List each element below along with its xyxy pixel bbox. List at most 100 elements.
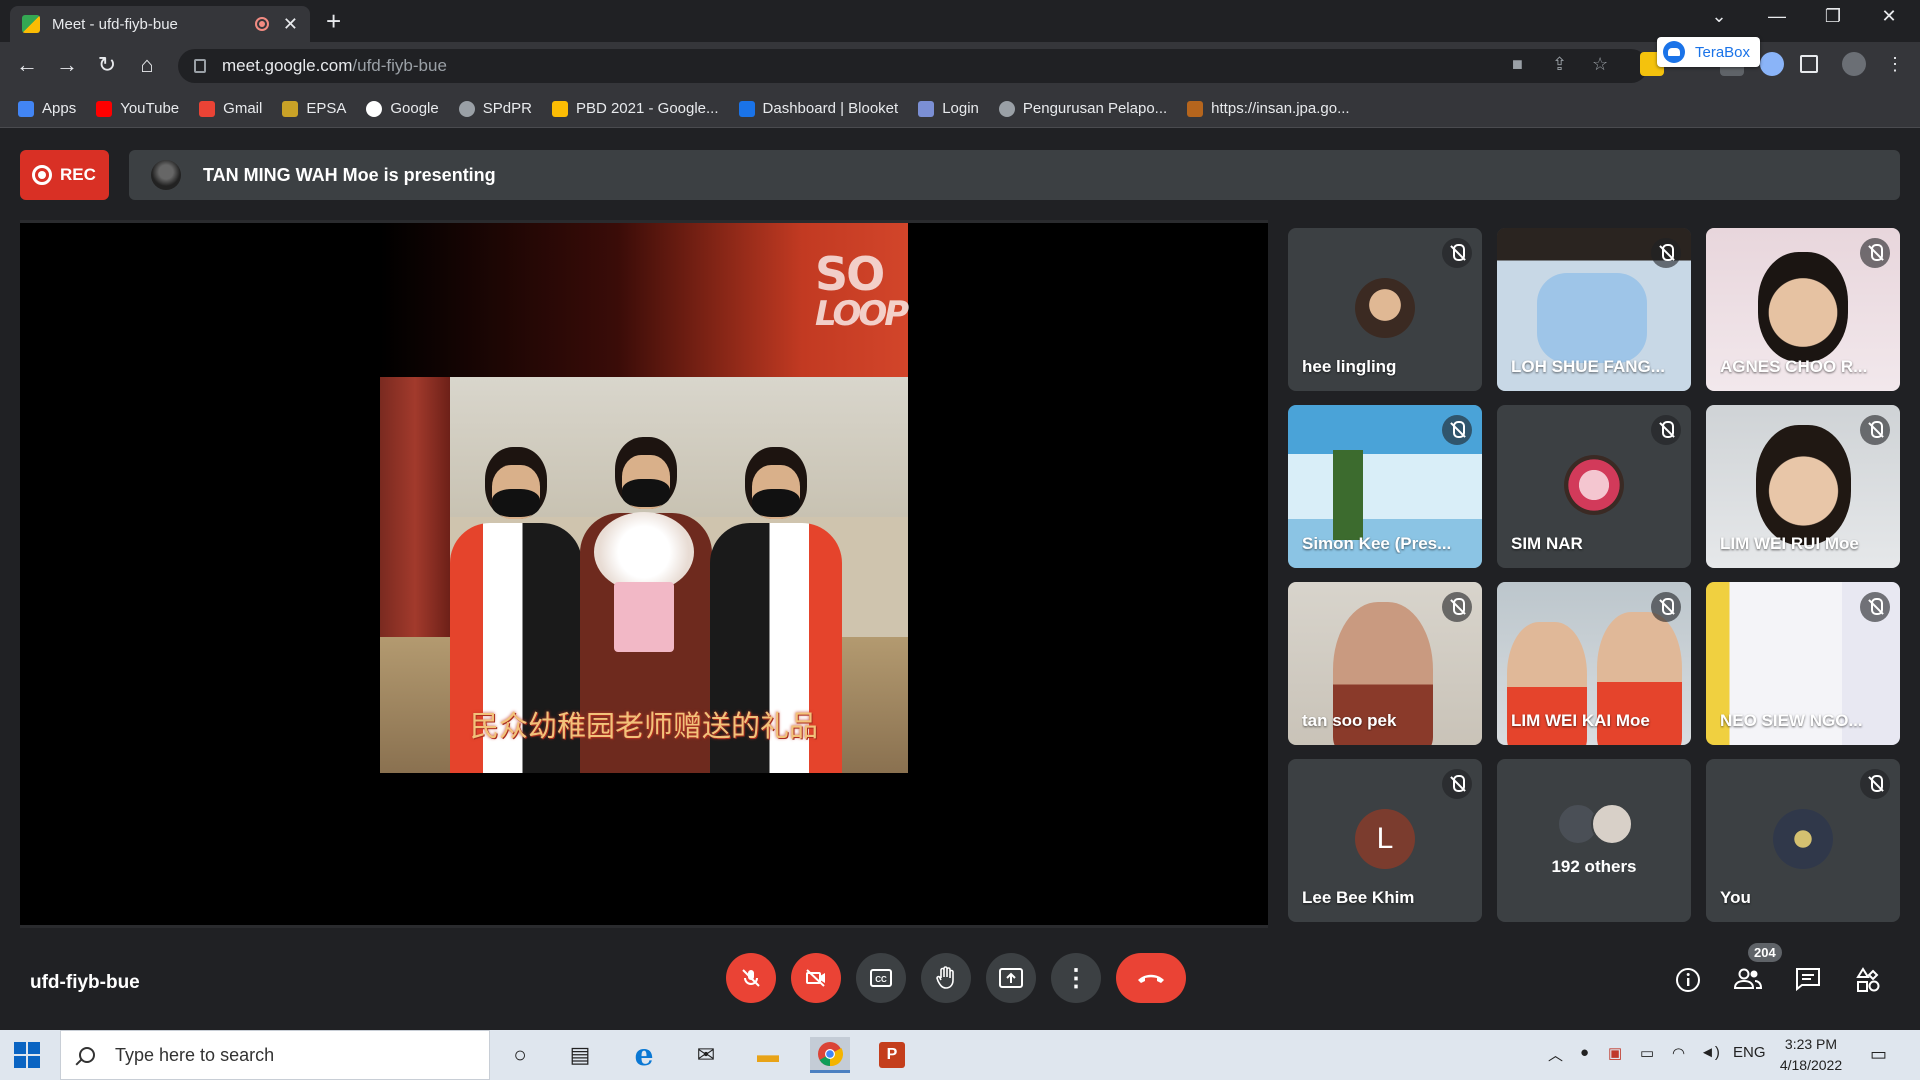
tab-meet[interactable]: Meet - ufd-fiyb-bue ✕ bbox=[10, 6, 310, 42]
back-icon[interactable]: ← bbox=[12, 52, 42, 78]
forward-icon[interactable]: → bbox=[52, 52, 82, 78]
slide-logo-line1: SO bbox=[815, 247, 885, 301]
participant-tile[interactable]: L Lee Bee Khim bbox=[1288, 759, 1482, 922]
url-host: meet.google.com bbox=[222, 56, 353, 75]
file-explorer-icon[interactable]: ▬ bbox=[748, 1037, 788, 1073]
home-icon[interactable]: ⌂ bbox=[132, 52, 162, 78]
cortana-icon[interactable]: ○ bbox=[500, 1037, 540, 1073]
search-placeholder: Type here to search bbox=[115, 1044, 275, 1065]
address-bar[interactable]: meet.google.com/ufd-fiyb-bue bbox=[178, 49, 1648, 83]
slide-logo: SO LOOP bbox=[815, 247, 909, 331]
meeting-details-button[interactable] bbox=[1673, 966, 1703, 996]
mic-off-icon bbox=[1651, 238, 1681, 268]
people-button[interactable] bbox=[1733, 966, 1763, 996]
terabox-popup[interactable]: TeraBox bbox=[1657, 37, 1761, 67]
presenter-avatar bbox=[151, 160, 181, 190]
taskbar-clock[interactable]: 3:23 PM 4/18/2022 bbox=[1770, 1034, 1852, 1076]
bookmark-pbd[interactable]: PBD 2021 - Google... bbox=[551, 100, 719, 117]
bookmark-blooket[interactable]: Dashboard | Blooket bbox=[738, 100, 899, 117]
maximize-button[interactable]: ❐ bbox=[1806, 6, 1860, 27]
tab-title: Meet - ufd-fiyb-bue bbox=[52, 15, 178, 33]
self-tile[interactable]: You bbox=[1706, 759, 1900, 922]
info-icon bbox=[1676, 968, 1700, 992]
bookmark-label: Login bbox=[942, 100, 979, 117]
bookmark-apps[interactable]: Apps bbox=[18, 100, 76, 117]
participant-tile[interactable]: hee lingling bbox=[1288, 228, 1482, 391]
participant-face bbox=[1758, 252, 1848, 362]
jpa-crest-icon bbox=[1187, 100, 1204, 117]
notifications-icon[interactable]: ▭ bbox=[1870, 1044, 1887, 1065]
bookmark-login[interactable]: Login bbox=[918, 100, 979, 117]
mic-off-icon bbox=[1651, 592, 1681, 622]
meeting-code: ufd-fiyb-bue bbox=[30, 972, 140, 993]
reload-icon[interactable]: ↻ bbox=[92, 52, 122, 78]
bookmark-gmail[interactable]: Gmail bbox=[199, 100, 262, 117]
more-options-button[interactable]: ⋮ bbox=[1051, 953, 1101, 1003]
new-tab-button[interactable]: + bbox=[326, 6, 341, 37]
mail-icon[interactable]: ✉ bbox=[686, 1037, 726, 1073]
participant-name: NEO SIEW NGO... bbox=[1720, 711, 1863, 730]
menu-icon[interactable]: ⋮ bbox=[1886, 54, 1904, 75]
minimize-button[interactable]: — bbox=[1750, 6, 1804, 27]
tab-search-icon[interactable]: ⌄ bbox=[1692, 6, 1746, 27]
captions-button[interactable]: CC bbox=[856, 953, 906, 1003]
task-view-icon[interactable]: ▤ bbox=[560, 1037, 600, 1073]
camera-toggle-button[interactable] bbox=[791, 953, 841, 1003]
meet-favicon-icon bbox=[22, 15, 40, 33]
extension-icon-2[interactable] bbox=[1760, 52, 1784, 76]
participant-tile[interactable]: tan soo pek bbox=[1288, 582, 1482, 745]
wifi-icon[interactable]: ◠ bbox=[1672, 1044, 1685, 1062]
bookmark-epsa[interactable]: EPSA bbox=[282, 100, 346, 117]
participant-tile[interactable]: LIM WEI RUI Moe bbox=[1706, 405, 1900, 568]
participant-tile[interactable]: NEO SIEW NGO... bbox=[1706, 582, 1900, 745]
windows-start-icon[interactable] bbox=[14, 1042, 40, 1068]
input-language[interactable]: ENG bbox=[1733, 1044, 1766, 1061]
chat-button[interactable] bbox=[1793, 966, 1823, 996]
taskbar-search[interactable]: Type here to search bbox=[60, 1030, 490, 1080]
camera-in-use-icon[interactable]: ■ bbox=[1512, 54, 1523, 75]
close-window-button[interactable]: ✕ bbox=[1862, 6, 1916, 27]
present-screen-button[interactable] bbox=[986, 953, 1036, 1003]
chrome-icon[interactable] bbox=[810, 1037, 850, 1073]
participant-tile[interactable]: AGNES CHOO R... bbox=[1706, 228, 1900, 391]
bookmark-label: Dashboard | Blooket bbox=[762, 100, 899, 117]
participant-initial-avatar: L bbox=[1355, 809, 1415, 869]
microphone-tray-icon[interactable]: ● bbox=[1580, 1044, 1589, 1061]
powerpoint-icon[interactable]: P bbox=[872, 1037, 912, 1073]
tab-close-icon[interactable]: ✕ bbox=[283, 14, 298, 35]
chrome-logo-icon bbox=[818, 1041, 843, 1066]
volume-icon[interactable]: ◄) bbox=[1700, 1044, 1720, 1061]
show-hidden-icons-icon[interactable]: ︿ bbox=[1548, 1044, 1563, 1065]
others-tile[interactable]: 192 others bbox=[1497, 759, 1691, 922]
bookmark-label: EPSA bbox=[306, 100, 347, 117]
edge-browser-icon[interactable]: e bbox=[624, 1037, 664, 1073]
battery-icon[interactable]: ▭ bbox=[1640, 1044, 1654, 1062]
participant-tile[interactable]: LIM WEI KAI Moe bbox=[1497, 582, 1691, 745]
login-icon bbox=[918, 100, 935, 117]
leave-call-button[interactable] bbox=[1116, 953, 1186, 1003]
bookmark-google[interactable]: Google bbox=[366, 100, 439, 117]
recording-button[interactable]: REC bbox=[20, 150, 109, 200]
participant-tile[interactable]: LOH SHUE FANG... bbox=[1497, 228, 1691, 391]
bookmark-insan[interactable]: https://insan.jpa.go... bbox=[1187, 100, 1350, 117]
bookmark-youtube[interactable]: YouTube bbox=[96, 100, 179, 117]
participant-tile[interactable]: Simon Kee (Pres... bbox=[1288, 405, 1482, 568]
participant-name: SIM NAR bbox=[1511, 534, 1583, 553]
participant-count-badge: 204 bbox=[1748, 943, 1782, 962]
profile-avatar[interactable] bbox=[1842, 52, 1866, 76]
bookmark-label: Pengurusan Pelapo... bbox=[1022, 100, 1168, 117]
raise-hand-button[interactable] bbox=[921, 953, 971, 1003]
presenting-banner: TAN MING WAH Moe is presenting bbox=[129, 150, 1900, 200]
mic-toggle-button[interactable] bbox=[726, 953, 776, 1003]
bookmark-spdpr[interactable]: SPdPR bbox=[458, 100, 532, 117]
bookmark-star-icon[interactable]: ☆ bbox=[1592, 54, 1608, 75]
participant-tile[interactable]: SIM NAR bbox=[1497, 405, 1691, 568]
activities-button[interactable] bbox=[1853, 966, 1883, 996]
side-panel-icon[interactable] bbox=[1800, 55, 1818, 73]
search-icon bbox=[79, 1047, 95, 1063]
bookmark-pengurusan[interactable]: Pengurusan Pelapo... bbox=[998, 100, 1168, 117]
lock-icon bbox=[194, 59, 206, 73]
bookmark-label: YouTube bbox=[120, 100, 180, 117]
share-icon[interactable]: ⇪ bbox=[1552, 54, 1567, 75]
security-tray-icon[interactable]: ▣ bbox=[1608, 1044, 1622, 1062]
